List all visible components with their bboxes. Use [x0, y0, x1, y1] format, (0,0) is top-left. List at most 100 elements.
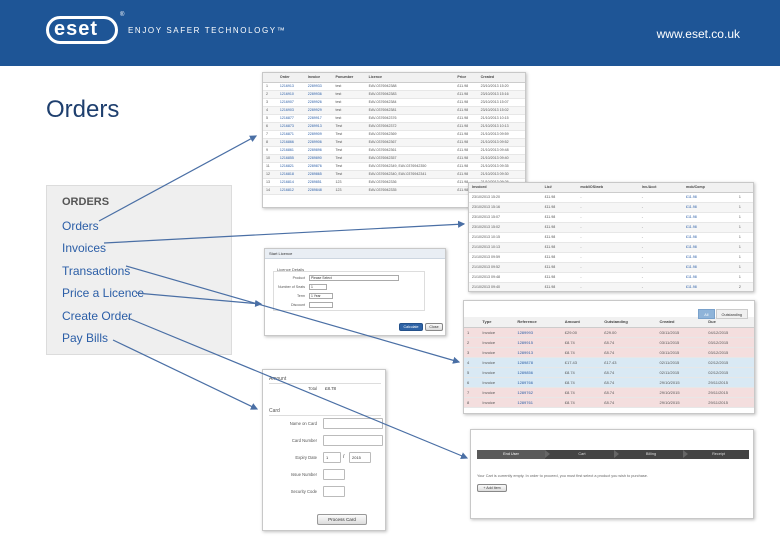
invoices-table-cell[interactable]: £11.98 — [683, 192, 736, 203]
invoices-table-row[interactable]: 21/10/2013 09:48 £11.98- - £11.98 1 — [469, 272, 753, 283]
transactions-column-header[interactable]: Amount — [561, 317, 602, 328]
invoices-table-row[interactable]: 21/10/2013 10:13 £11.98- - £11.98 1 — [469, 242, 753, 253]
orders-column-header[interactable]: Order — [276, 73, 305, 83]
calculate-button[interactable]: Calculate — [399, 323, 423, 331]
transactions-table-row[interactable]: 5 Invoice 1289856 £8.74 £8.74 02/11/2015 02/12… — [464, 367, 754, 378]
orders-table-cell[interactable]: 2289848 — [304, 186, 333, 195]
transactions-table-row[interactable]: 8 Invoice 1289761 £8.74 £8.74 29/10/2015 29/11… — [464, 397, 754, 408]
invoices-table-row[interactable]: 23/10/2013 15:16 £11.98- - £11.98 1 — [469, 202, 753, 213]
orders-table-row[interactable]: 11 1216821 2289876 Test EAV-0376942349, EAV-… — [263, 162, 525, 171]
invoices-table-cell[interactable]: £11.98 — [683, 212, 736, 223]
invoices-table-row[interactable]: 21/10/2013 09:52 £11.98- - £11.98 1 — [469, 262, 753, 273]
invoices-table-cell[interactable]: £11.98 — [683, 222, 736, 233]
menu-item-pay-bills[interactable]: Pay Bills — [62, 331, 108, 345]
transactions-table-row[interactable]: 4 Invoice 1289878 £17.43 £17.43 02/11/2015 02/… — [464, 357, 754, 368]
invoices-table-row[interactable]: 21/10/2013 09:59 £11.98- - £11.98 1 — [469, 252, 753, 263]
invoices-table-cell[interactable]: £11.98 — [683, 232, 736, 243]
menu-item-transactions[interactable]: Transactions — [62, 264, 130, 278]
transactions-table-cell[interactable]: 1289762 — [514, 387, 562, 398]
orders-table-row[interactable]: 2 1216910 2289936 test EAV-0376942383 £11.98 2… — [263, 90, 525, 99]
menu-item-orders[interactable]: Orders — [62, 219, 99, 233]
orders-table-cell[interactable]: 1216814 — [276, 178, 305, 187]
invoices-table-row[interactable]: 23/10/2013 15:07 £11.98- - £11.98 1 — [469, 212, 753, 223]
orders-column-header[interactable]: Licence — [365, 73, 455, 83]
orders-table-row[interactable]: 10 1216855 2289890 Test EAV-0376942357 £11.98… — [263, 154, 525, 163]
close-button[interactable]: Close — [425, 323, 443, 331]
orders-table-cell[interactable]: 2289851 — [304, 178, 333, 187]
orders-table-cell[interactable]: 1216913 — [276, 82, 305, 91]
invoices-table-row[interactable]: 21/10/2013 09:40 £11.98- - £11.98 2 — [469, 282, 753, 291]
transactions-table-cell[interactable]: 1289913 — [514, 347, 562, 358]
orders-table-row[interactable]: 7 1216871 2289909 Test EAV-0376942369 £11.98 2… — [263, 130, 525, 139]
orders-table-cell[interactable]: 1216855 — [276, 154, 305, 163]
orders-column-header[interactable]: Invoice — [304, 73, 333, 83]
invoices-column-header[interactable]: Inv./Acct — [638, 183, 683, 193]
menu-item-create-order[interactable]: Create Order — [62, 309, 132, 323]
orders-table-cell[interactable]: 2289936 — [304, 90, 333, 99]
invoices-table-row[interactable]: 23/10/2013 15:02 £11.98- - £11.98 1 — [469, 222, 753, 233]
orders-table-cell[interactable]: 1216861 — [276, 146, 305, 155]
orders-table-cell[interactable]: 2289890 — [304, 154, 333, 163]
invoices-table-row[interactable]: 21/10/2013 10:15 £11.98- - £11.98 1 — [469, 232, 753, 243]
invoices-column-header[interactable]: Invoiced — [469, 183, 542, 193]
orders-table-cell[interactable]: 1216818 — [276, 170, 305, 179]
process-card-button[interactable]: Process Card — [317, 514, 367, 525]
orders-table-cell[interactable]: 2289917 — [304, 114, 333, 123]
menu-item-invoices[interactable]: Invoices — [62, 241, 106, 255]
orders-table-row[interactable]: 8 1216866 2289906 Test EAV-0376942367 £11.98 2… — [263, 138, 525, 147]
security-code-input[interactable] — [323, 486, 345, 497]
transactions-column-header[interactable]: Outstanding — [601, 317, 657, 328]
invoices-column-header[interactable]: mob/Comp — [683, 183, 736, 193]
invoices-table-row[interactable]: 23/10/2013 15:20 £11.98- - £11.98 1 — [469, 192, 753, 203]
orders-table-cell[interactable]: 2289933 — [304, 82, 333, 91]
transactions-table-cell[interactable]: 1289878 — [514, 357, 562, 368]
add-item-button[interactable]: + Add Item — [477, 484, 507, 492]
transactions-table-row[interactable]: 6 Invoice 1289766 £8.74 £8.74 29/10/2015 29/11… — [464, 377, 754, 388]
invoices-table-cell[interactable]: £11.98 — [683, 282, 736, 291]
transactions-table-cell[interactable]: 1289915 — [514, 337, 562, 348]
invoices-table-cell[interactable]: £11.98 — [683, 262, 736, 273]
invoices-column-header[interactable]: mob/iOS/web — [577, 183, 639, 193]
orders-table-cell[interactable]: 2289926 — [304, 98, 333, 107]
transactions-table-cell[interactable]: 1289766 — [514, 377, 562, 388]
discount-select[interactable] — [309, 302, 333, 308]
seats-input[interactable]: 1 — [309, 284, 327, 290]
invoices-table-cell[interactable]: £11.98 — [683, 202, 736, 213]
orders-table-cell[interactable]: 2289913 — [304, 122, 333, 131]
transactions-column-header[interactable]: Reference — [514, 317, 562, 328]
transactions-table-cell[interactable]: 1289761 — [514, 397, 562, 408]
expiry-year-select[interactable]: 2015 — [349, 452, 371, 463]
orders-table-cell[interactable]: 2289896 — [304, 146, 333, 155]
orders-table-row[interactable]: 12 1216818 2289865 Test EAV-0376942340, EAV-… — [263, 170, 525, 179]
transactions-table-cell[interactable]: 1289856 — [514, 367, 562, 378]
orders-table-cell[interactable]: 1216877 — [276, 114, 305, 123]
orders-table-cell[interactable]: 1216812 — [276, 186, 305, 195]
orders-table-row[interactable]: 4 1216903 2289929 test EAV-0376942381 £11.98 2… — [263, 106, 525, 115]
orders-table-cell[interactable]: 1216903 — [276, 106, 305, 115]
orders-column-header[interactable]: Ponumber — [332, 73, 366, 83]
orders-column-header[interactable]: Created — [477, 73, 525, 83]
term-select[interactable]: 1 Year — [309, 293, 333, 299]
orders-table-cell[interactable]: 1216910 — [276, 90, 305, 99]
orders-table-cell[interactable]: 2289876 — [304, 162, 333, 171]
orders-table-row[interactable]: 3 1216907 2289926 test EAV-0376942384 £11.98 2… — [263, 98, 525, 107]
orders-column-header[interactable]: Price — [454, 73, 478, 83]
tab-all[interactable]: All — [698, 309, 715, 319]
tab-outstanding[interactable]: Outstanding — [715, 309, 748, 319]
product-select[interactable]: Please Select — [309, 275, 399, 281]
orders-table-row[interactable]: 9 1216861 2289896 Test EAV-0376942361 £11.98 2… — [263, 146, 525, 155]
invoices-table-cell[interactable]: £11.98 — [683, 272, 736, 283]
orders-table-row[interactable]: 5 1216877 2289917 test EAV-0376942376 £11.98 2… — [263, 114, 525, 123]
transactions-table-row[interactable]: 3 Invoice 1289913 £8.74 £8.74 03/11/2015 03/12… — [464, 347, 754, 358]
invoices-column-header[interactable]: Lic# — [541, 183, 578, 193]
name-on-card-input[interactable] — [323, 418, 383, 429]
orders-table-cell[interactable]: 2289909 — [304, 130, 333, 139]
orders-table-cell[interactable]: 1216873 — [276, 122, 305, 131]
orders-table-cell[interactable]: 1216907 — [276, 98, 305, 107]
expiry-month-select[interactable]: 1 — [323, 452, 341, 463]
orders-table-cell[interactable]: 2289865 — [304, 170, 333, 179]
orders-table-cell[interactable]: 1216866 — [276, 138, 305, 147]
transactions-table-row[interactable]: 7 Invoice 1289762 £8.74 £8.74 29/10/2015 29/11… — [464, 387, 754, 398]
orders-table-cell[interactable]: 1216871 — [276, 130, 305, 139]
transactions-table-cell[interactable]: 1289993 — [514, 327, 562, 338]
